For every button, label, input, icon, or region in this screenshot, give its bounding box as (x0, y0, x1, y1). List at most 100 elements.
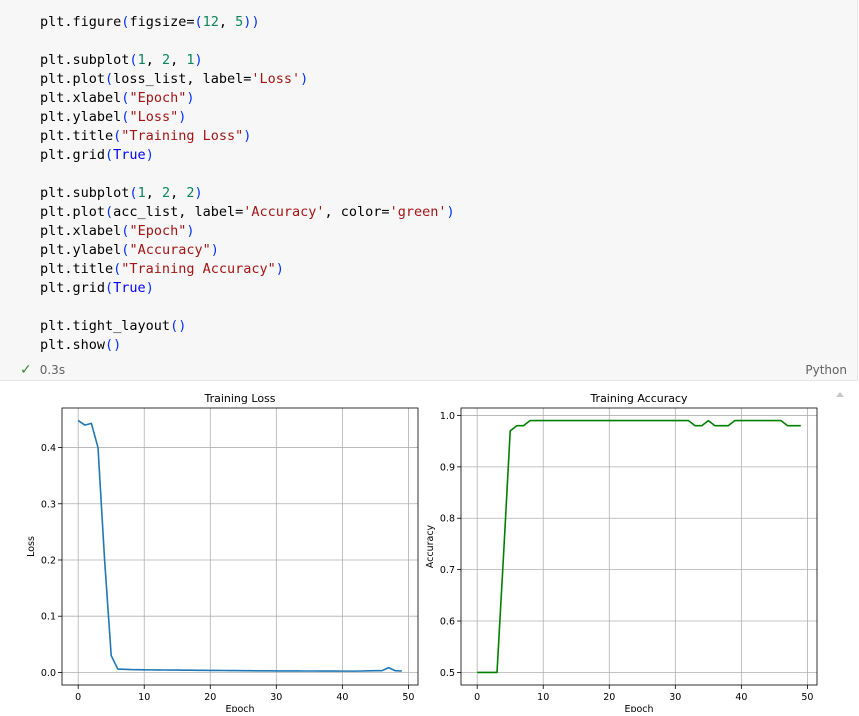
code-token: plt. (40, 90, 73, 106)
code-token: subplot (72, 185, 130, 201)
chart-title: Training Loss (203, 392, 275, 405)
code-token: 1 (137, 52, 146, 68)
code-token: tight_layout (72, 318, 171, 334)
code-token: ) (275, 261, 284, 277)
code-token: "Loss" (129, 109, 179, 125)
code-line: plt.tight_layout() (40, 317, 455, 336)
code-token: ) (243, 128, 252, 144)
code-token: 2 (161, 185, 171, 201)
code-token: , (218, 14, 236, 30)
code-token: ) (178, 109, 187, 125)
code-line: plt.subplot(1, 2, 1) (40, 51, 455, 70)
code-token: True (113, 147, 146, 163)
scroll-up-icon[interactable] (836, 392, 844, 397)
code-token: xlabel (72, 223, 122, 239)
x-tick-label: 40 (735, 692, 747, 703)
y-tick-label: 0.0 (41, 668, 56, 679)
y-tick-label: 0.6 (440, 617, 455, 628)
code-line: plt.figure(figsize=(12, 5)) (40, 13, 455, 32)
code-token: plt. (40, 242, 73, 258)
code-token: True (113, 280, 146, 296)
code-token: plt. (40, 109, 73, 125)
series-line (77, 419, 402, 672)
cell-output: 0 10 20 30 40 50 0.0 0.1 0.2 0.3 0.4 Training Loss E… (0, 381, 859, 715)
code-token: ( (129, 52, 138, 68)
code-token: ( (170, 318, 179, 334)
code-token: "Epoch" (129, 90, 187, 106)
y-tick-label: 0.1 (41, 612, 56, 623)
code-token: show (72, 337, 106, 353)
code-line: plt.xlabel("Epoch") (40, 222, 455, 241)
code-line: plt.xlabel("Epoch") (40, 89, 455, 108)
code-token: ) (194, 52, 203, 68)
code-line: plt.plot(loss_list, label='Loss') (40, 70, 455, 89)
code-token: subplot (72, 52, 130, 68)
code-token: plt. (40, 128, 73, 144)
code-token: grid (72, 147, 106, 163)
code-token: plt. (40, 223, 73, 239)
axes-frame (61, 407, 419, 686)
code-token: plt. (40, 318, 73, 334)
check-icon: ✓ (20, 362, 32, 378)
code-token: 1 (137, 185, 146, 201)
code-token: ) (194, 185, 203, 201)
code-line: plt.plot(acc_list, label='Accuracy', col… (40, 203, 455, 222)
code-token: ) (145, 280, 154, 296)
x-tick-label: 10 (138, 692, 150, 703)
code-token: 1 (186, 52, 195, 68)
x-tick-label: 30 (270, 692, 282, 703)
code-token: ( (105, 204, 114, 220)
code-token: , color (324, 204, 382, 220)
code-token: "Training Accuracy" (121, 261, 276, 277)
code-cell[interactable]: plt.figure(figsize=(12, 5)) plt.subplot(… (0, 0, 858, 381)
code-token: plt. (40, 185, 73, 201)
code-token: plt. (40, 14, 73, 30)
code-token: ) (251, 14, 260, 30)
x-tick-label: 20 (204, 692, 216, 703)
code-token: 'Accuracy' (243, 204, 325, 220)
code-token: ( (105, 71, 114, 87)
x-tick-label: 10 (537, 692, 549, 703)
cell-status: ✓ 0.3s (20, 362, 65, 378)
code-token: "Accuracy" (129, 242, 211, 258)
y-tick-label: 0.3 (41, 499, 56, 510)
code-token: 2 (161, 52, 171, 68)
code-token: = (381, 204, 390, 220)
y-tick-label: 0.8 (440, 514, 455, 525)
code-line: plt.title("Training Accuracy") (40, 260, 455, 279)
y-tick-label: 0.4 (41, 443, 56, 454)
code-token: ) (446, 204, 455, 220)
y-axis-label: Accuracy (425, 524, 436, 568)
code-token: figure (72, 14, 122, 30)
code-token: plt. (40, 204, 73, 220)
x-axis-label: Epoch (225, 704, 254, 712)
code-token: "Training Loss" (121, 128, 244, 144)
x-tick-label: 30 (669, 692, 681, 703)
y-tick-label: 0.7 (440, 565, 455, 576)
code-token: , (145, 52, 162, 68)
language-label[interactable]: Python (805, 363, 847, 377)
code-token: loss_list, label (113, 71, 244, 87)
code-line: plt.subplot(1, 2, 2) (40, 184, 455, 203)
code-token: plt. (40, 261, 73, 277)
code-token: "Epoch" (129, 223, 187, 239)
code-line: plt.ylabel("Loss") (40, 108, 455, 127)
figure-output: 0 10 20 30 40 50 0.0 0.1 0.2 0.3 0.4 Training Loss E… (26, 392, 818, 715)
code-token: ylabel (72, 109, 122, 125)
code-token: plot (72, 204, 106, 220)
execution-time: 0.3s (39, 363, 66, 377)
code-line: plt.grid(True) (40, 279, 455, 298)
x-tick-label: 40 (336, 692, 348, 703)
code-line: plt.show() (40, 336, 455, 355)
x-tick-label: 50 (402, 692, 414, 703)
y-tick-label: 1.0 (440, 411, 455, 422)
code-editor[interactable]: plt.figure(figsize=(12, 5)) plt.subplot(… (40, 13, 455, 355)
code-token: , (145, 185, 162, 201)
code-token: plt. (40, 52, 73, 68)
code-token: grid (72, 280, 106, 296)
code-token: ( (105, 147, 114, 163)
y-tick-label: 0.9 (440, 462, 455, 473)
code-token: ( (129, 185, 138, 201)
code-token: 'green' (389, 204, 447, 220)
